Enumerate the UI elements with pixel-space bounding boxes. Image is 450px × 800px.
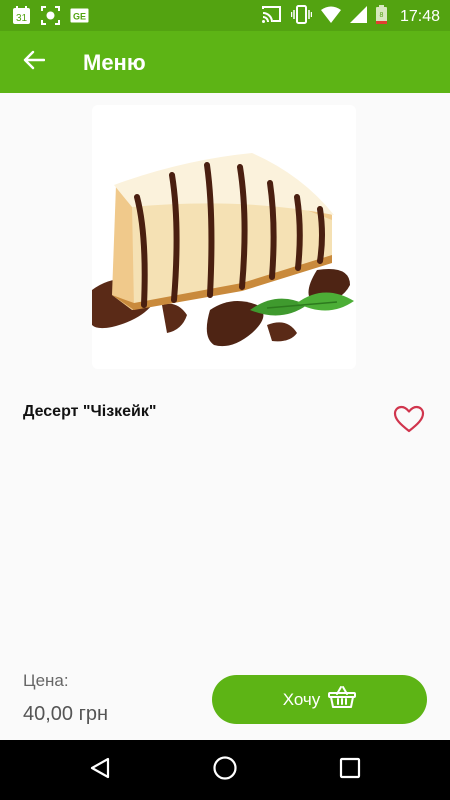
status-time: 17:48 <box>399 8 440 25</box>
back-button[interactable] <box>18 47 50 77</box>
want-button-label: Хочу <box>282 689 321 709</box>
nav-back-button[interactable] <box>86 756 114 784</box>
product-name: Десерт "Чізкейк" <box>23 403 157 420</box>
svg-text:GE: GE <box>73 12 86 22</box>
basket-icon <box>328 685 357 714</box>
home-circle-icon <box>212 755 238 786</box>
vibrate-icon <box>290 5 313 29</box>
heart-outline-icon <box>392 405 426 439</box>
price-value: 40,00 грн <box>23 703 109 725</box>
recents-square-icon <box>338 756 362 785</box>
arrow-left-icon <box>23 50 46 75</box>
wifi-icon <box>320 6 341 28</box>
battery-icon: 8 <box>375 5 387 29</box>
nav-home-button[interactable] <box>211 755 239 786</box>
want-button[interactable]: Хочу <box>212 675 427 724</box>
navigation-bar <box>0 740 450 800</box>
cast-icon <box>261 5 282 29</box>
nav-recents-button[interactable] <box>336 756 364 784</box>
signal-icon <box>349 6 367 28</box>
calendar-icon: 31 <box>12 6 31 25</box>
page-title: Меню <box>83 50 146 75</box>
app-bar: Меню <box>0 31 450 93</box>
status-bar: 31 GE 8 17:48 <box>0 0 450 31</box>
svg-text:31: 31 <box>16 13 28 24</box>
back-triangle-icon <box>88 756 112 785</box>
cheesecake-image <box>92 105 356 369</box>
svg-text:8: 8 <box>380 12 384 19</box>
screenshot-icon <box>41 6 60 25</box>
favorite-button[interactable] <box>392 403 426 435</box>
ge-icon: GE <box>70 6 89 25</box>
product-detail: Десерт "Чізкейк" Цена: 40,00 грн Хочу <box>0 93 450 740</box>
price-label: Цена: <box>23 671 69 690</box>
